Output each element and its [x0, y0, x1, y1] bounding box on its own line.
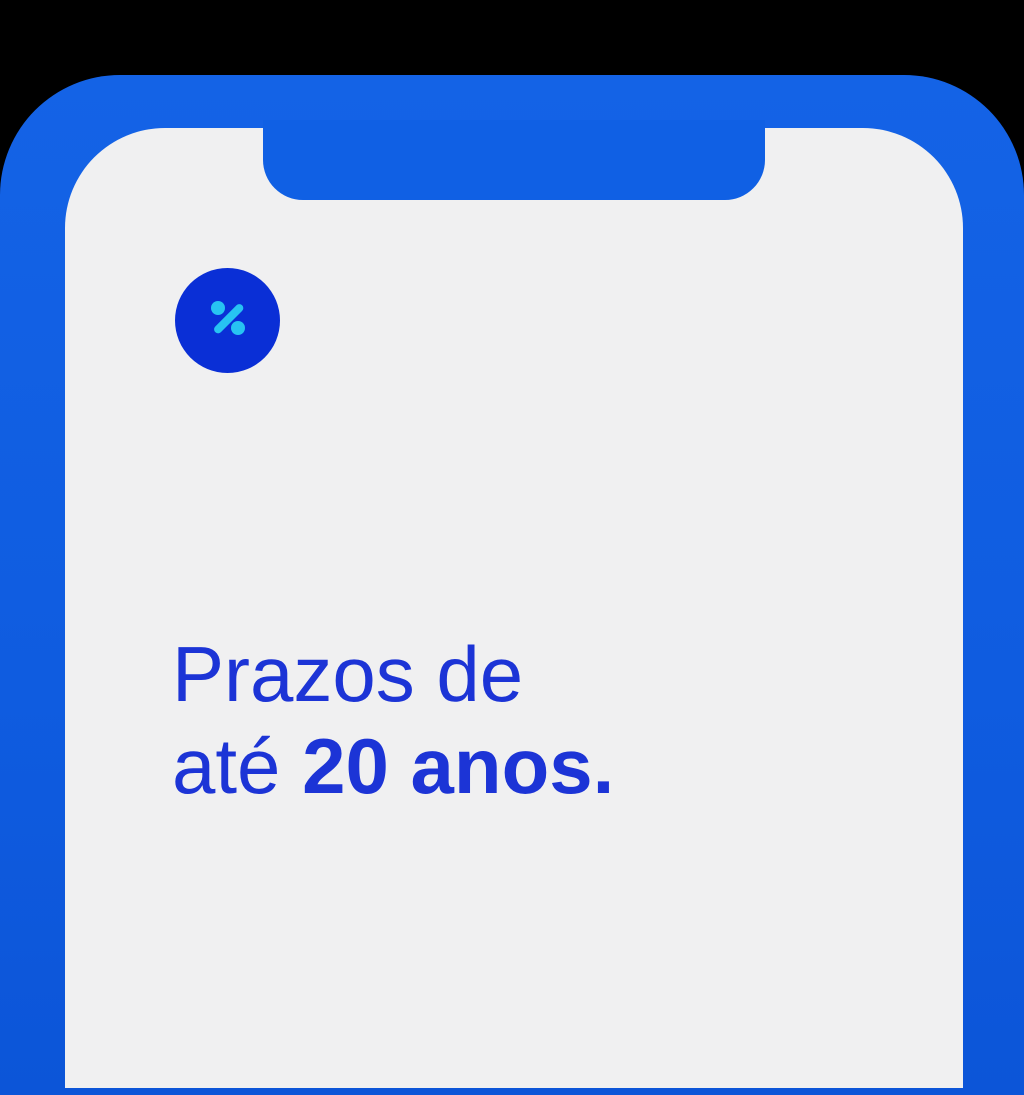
percent-icon: [207, 297, 249, 344]
phone-screen: [65, 128, 963, 1088]
headline-line-2: até 20 anos.: [172, 720, 614, 812]
phone-notch: [263, 120, 765, 200]
headline-line-1: Prazos de: [172, 630, 524, 718]
percent-badge: [175, 268, 280, 373]
headline-emphasis: 20 anos.: [302, 722, 615, 810]
headline-line-2-prefix: até: [172, 722, 303, 810]
headline: Prazos de até 20 anos.: [172, 628, 614, 812]
